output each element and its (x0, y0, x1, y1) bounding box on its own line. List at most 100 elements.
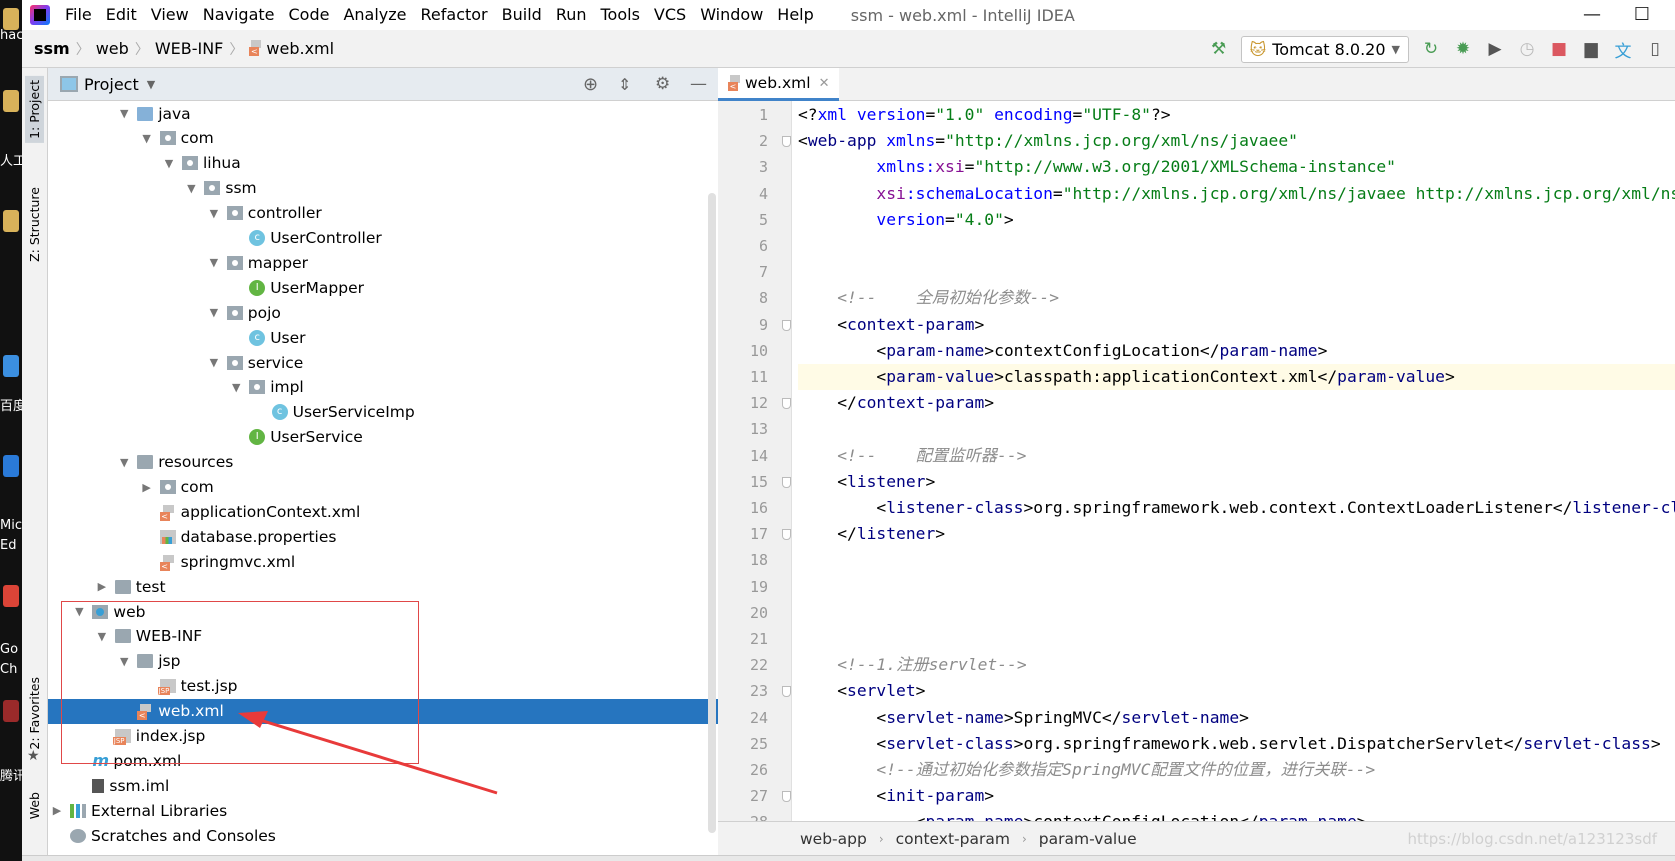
menu-build[interactable]: Build (495, 0, 549, 30)
menu-view[interactable]: View (144, 0, 196, 30)
fold-marker-icon[interactable] (782, 529, 791, 541)
tree-item[interactable]: database.properties (48, 524, 718, 549)
fold-marker-icon[interactable] (782, 476, 791, 488)
menu-tools[interactable]: Tools (594, 0, 647, 30)
tree-item-label: External Libraries (91, 801, 228, 820)
code-line: </context-param> (798, 390, 1675, 416)
translate-icon[interactable]: 文 (1613, 39, 1633, 62)
run-configuration-dropdown[interactable]: 🐱 Tomcat 8.0.20 ▼ (1240, 35, 1409, 63)
desktop-strip: hac 人工 百度 Mic Ed Go Ch 腾讯 (0, 0, 22, 861)
tree-item[interactable]: ▶ test (48, 574, 718, 599)
tree-item[interactable]: UserController (48, 226, 718, 251)
menu-help[interactable]: Help (770, 0, 820, 30)
code-token: < (798, 786, 887, 806)
fold-marker-icon[interactable] (782, 398, 791, 410)
xml-crumb-web-app[interactable]: web-app (800, 830, 867, 848)
tool-window-favorites[interactable]: 2: Favorites (25, 673, 44, 754)
tool-window-structure[interactable]: Z: Structure (25, 183, 44, 266)
code-editor[interactable]: 1 2 3 4 5 6 7 8 9 10 11 12 13 14 15 16 17 18 19 20 21 22 23 24 2… (718, 101, 1675, 821)
tree-item[interactable]: ▼ pojo (48, 300, 718, 325)
code-token: >org.springframework.web.servlet.Dispatc… (1013, 733, 1524, 753)
expand-arrow-icon[interactable]: ▼ (117, 107, 131, 120)
tree-item[interactable]: ▼ controller (48, 201, 718, 226)
breadcrumb-web[interactable]: web (92, 39, 133, 58)
menu-window[interactable]: Window (693, 0, 770, 30)
stop-icon[interactable]: ■ (1549, 39, 1569, 59)
tree-item[interactable]: Scratches and Consoles (48, 823, 718, 848)
hide-minus-icon[interactable]: — (690, 74, 707, 94)
tree-item[interactable]: applicationContext.xml (48, 499, 718, 524)
code-token: "4.0" (954, 209, 1004, 229)
gear-icon[interactable]: ⚙ (655, 74, 670, 94)
code-line: </listener> (798, 521, 1675, 547)
menu-analyze[interactable]: Analyze (336, 0, 413, 30)
expand-arrow-icon[interactable]: ▼ (229, 381, 243, 394)
expand-arrow-icon[interactable]: ▼ (162, 157, 176, 170)
expand-arrow-icon[interactable]: ▼ (117, 456, 131, 469)
menu-navigate[interactable]: Navigate (196, 0, 282, 30)
expand-arrow-icon[interactable]: ▼ (207, 306, 221, 319)
menu-edit[interactable]: Edit (99, 0, 144, 30)
fold-marker-icon[interactable] (782, 136, 791, 148)
fold-marker-icon[interactable] (782, 319, 791, 331)
menu-file[interactable]: File (58, 0, 99, 30)
tree-item[interactable]: UserServiceImp (48, 400, 718, 425)
expand-arrow-icon[interactable]: ▼ (207, 207, 221, 220)
tree-item[interactable]: ▶ com (48, 475, 718, 500)
build-hammer-icon[interactable]: ⚒ (1209, 39, 1229, 59)
close-icon[interactable]: ✕ (819, 76, 830, 91)
breadcrumb-ssm[interactable]: ssm (30, 39, 74, 58)
menu-code[interactable]: Code (282, 0, 337, 30)
project-view-title[interactable]: Project (84, 75, 139, 94)
debug-bug-icon[interactable]: ✹ (1453, 39, 1473, 59)
tree-item[interactable]: ▼ resources (48, 450, 718, 475)
tree-item[interactable]: ▼ mapper (48, 250, 718, 275)
minimize-button[interactable]: — (1569, 0, 1615, 30)
tool-window-project[interactable]: 1: Project (25, 76, 44, 143)
tree-item[interactable]: springmvc.xml (48, 549, 718, 574)
chevron-down-icon[interactable]: ▼ (147, 78, 155, 91)
tree-item[interactable]: ▶ External Libraries (48, 798, 718, 823)
expand-arrow-icon[interactable]: ▶ (140, 481, 154, 494)
expand-arrow-icon[interactable]: ▼ (140, 132, 154, 145)
breadcrumb-web-inf[interactable]: WEB-INF (151, 39, 228, 58)
tree-item[interactable]: ▼ com (48, 126, 718, 151)
tool-window-web[interactable]: Web (25, 788, 44, 823)
rerun-icon[interactable]: ↻ (1421, 39, 1441, 59)
expand-arrow-icon[interactable]: ▶ (95, 580, 109, 593)
more-icon[interactable]: ▯ (1645, 39, 1665, 59)
collapse-all-icon[interactable]: ⇕ (618, 75, 631, 94)
tree-item[interactable]: UserMapper (48, 275, 718, 300)
tab-web-xml[interactable]: web.xml ✕ (718, 68, 840, 101)
project-structure-icon[interactable]: ▆ (1581, 39, 1601, 59)
expand-arrow-icon[interactable]: ▼ (207, 256, 221, 269)
tree-item[interactable]: ▼ service (48, 350, 718, 375)
tree-item[interactable]: User (48, 325, 718, 350)
tree-scrollbar[interactable] (708, 193, 716, 833)
tree-item[interactable]: ssm.iml (48, 773, 718, 798)
folder-icon (3, 210, 19, 232)
fold-marker-icon[interactable] (782, 686, 791, 698)
tree-item[interactable]: ▼ impl (48, 375, 718, 400)
fold-marker-icon[interactable] (782, 791, 791, 803)
breadcrumb-web-xml[interactable]: web.xml (245, 39, 338, 58)
expand-arrow-icon[interactable]: ▼ (207, 356, 221, 369)
locate-target-icon[interactable]: ⊕ (583, 74, 598, 95)
xml-crumb-context-param[interactable]: context-param (896, 830, 1010, 848)
maximize-button[interactable]: ☐ (1619, 0, 1665, 30)
code-token: > (1357, 812, 1367, 821)
run-with-coverage-icon[interactable]: ▶ (1485, 39, 1505, 59)
tree-item[interactable]: ▼ java (48, 101, 718, 126)
tree-item[interactable]: UserService (48, 425, 718, 450)
xml-crumb-param-value[interactable]: param-value (1039, 830, 1137, 848)
menu-run[interactable]: Run (549, 0, 594, 30)
expand-arrow-icon[interactable]: ▼ (184, 182, 198, 195)
menu-vcs[interactable]: VCS (647, 0, 693, 30)
profile-icon[interactable]: ◷ (1517, 39, 1537, 59)
expand-arrow-icon[interactable]: ▶ (50, 804, 64, 817)
tree-item[interactable]: ▼ lihua (48, 151, 718, 176)
code-token: = (1072, 105, 1083, 124)
menu-refactor[interactable]: Refactor (414, 0, 495, 30)
tree-item[interactable]: ▼ ssm (48, 176, 718, 201)
